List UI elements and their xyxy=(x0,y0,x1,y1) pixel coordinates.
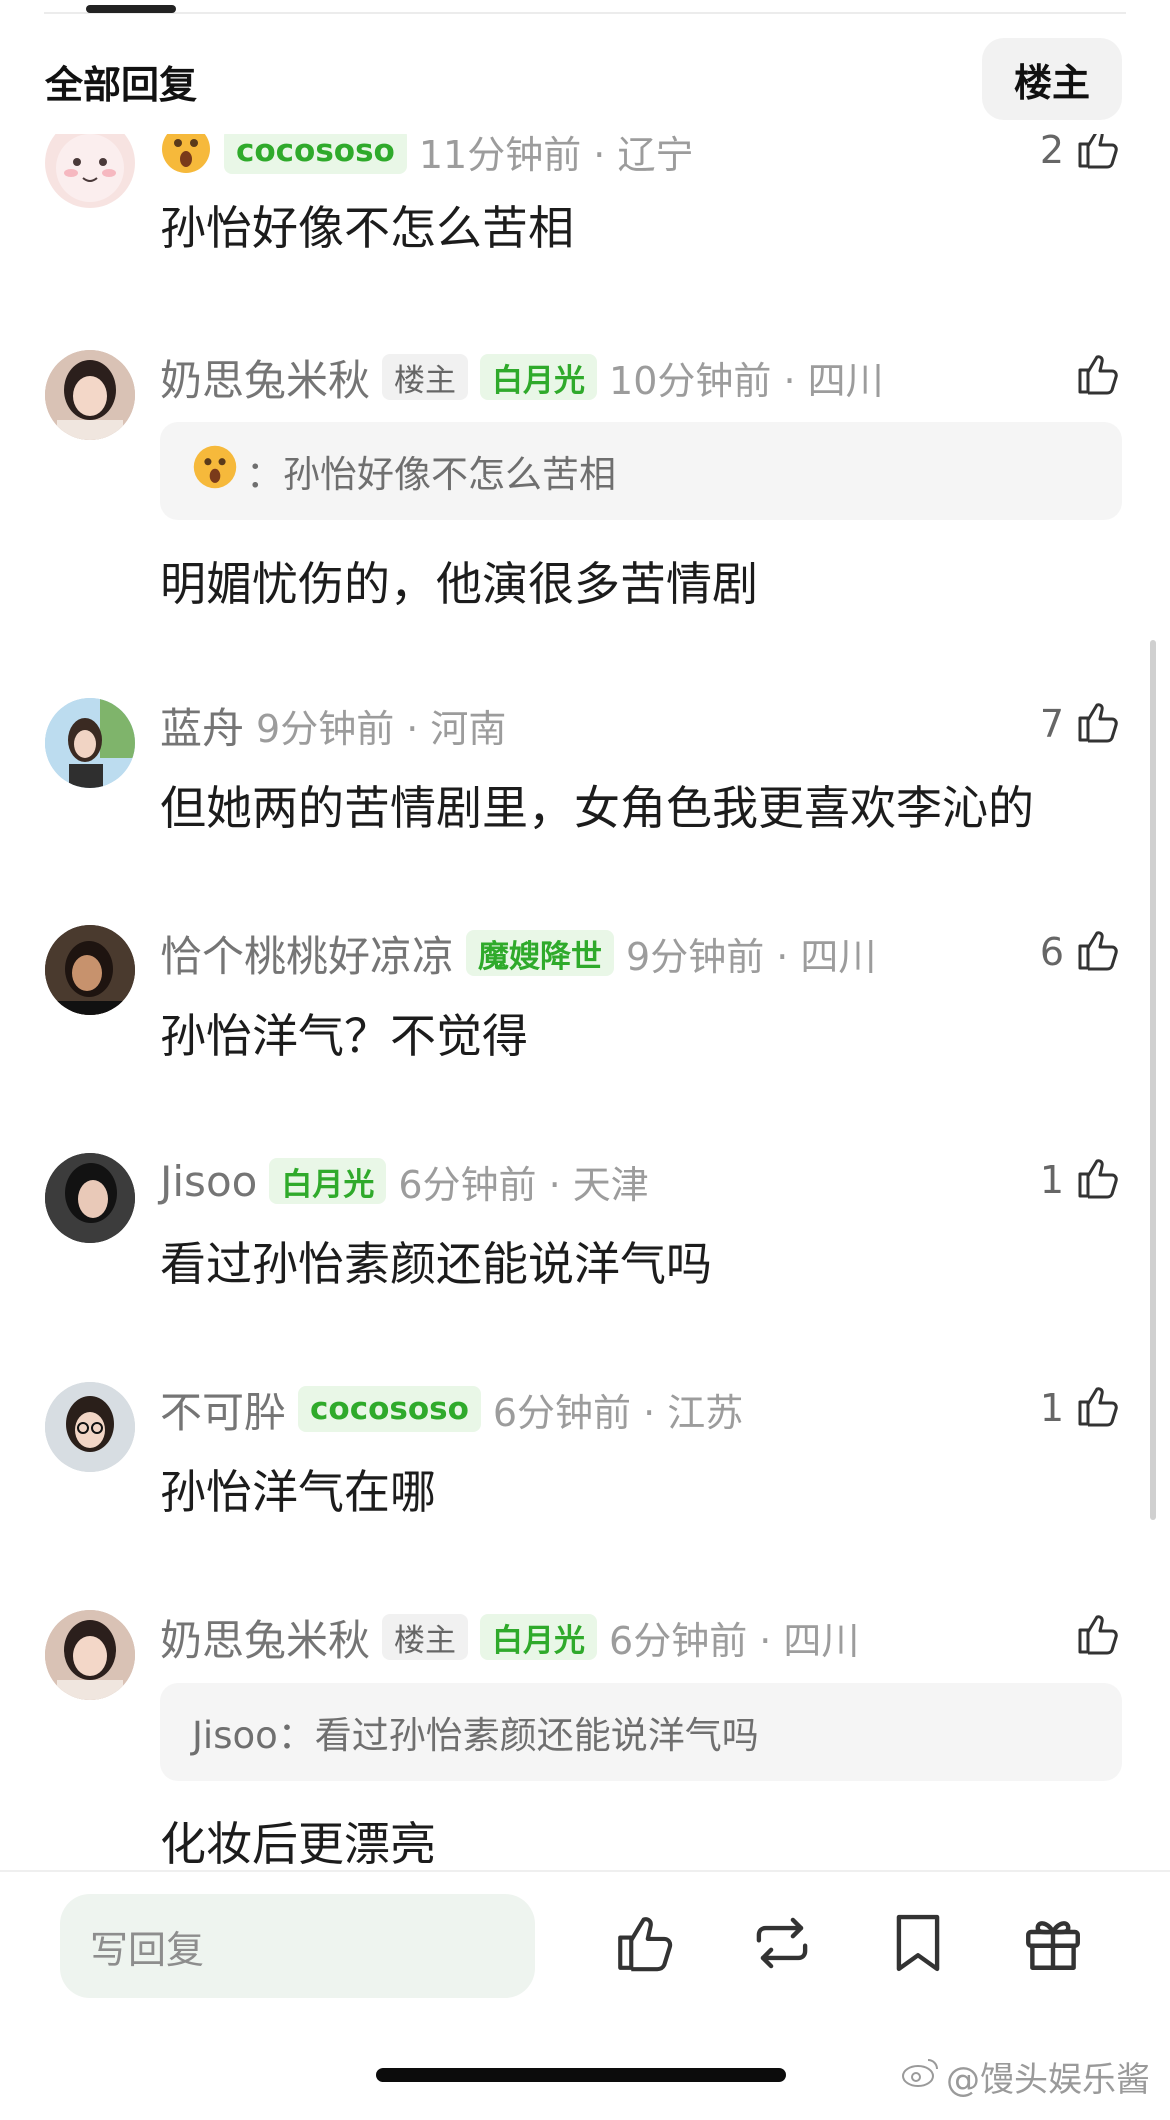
comment-meta: 蓝舟 9分钟前 · 河南 xyxy=(160,700,507,753)
comment-text: 但她两的苦情剧里，女角色我更喜欢李沁的 xyxy=(160,781,1034,835)
comment-time-location: 9分钟前 · 河南 xyxy=(256,706,507,751)
like-count: 1 xyxy=(1039,1158,1064,1202)
avatar[interactable] xyxy=(45,1153,135,1243)
like-count: 7 xyxy=(1039,702,1064,746)
quoted-reply[interactable]: ：孙怡好像不怎么苦相 xyxy=(160,422,1122,520)
like-count: 1 xyxy=(1039,1386,1064,1430)
comment-time-location: 6分钟前 · 天津 xyxy=(398,1162,649,1207)
avatar[interactable] xyxy=(45,698,135,788)
bottom-action-bar: 写回复 @馒头娱乐酱 xyxy=(0,1870,1170,2120)
thumb-up-icon xyxy=(1074,1610,1122,1662)
username[interactable]: 奶思兔米秋 xyxy=(160,1607,370,1668)
comment-meta: 奶思兔米秋 楼主 白月光 6分钟前 · 四川 xyxy=(160,1612,860,1665)
avatar[interactable] xyxy=(45,350,135,440)
comment-list[interactable]: cocososo 11分钟前 · 辽宁 2 孙怡好像不怎么苦相 奶思兔米秋 楼主… xyxy=(0,0,1170,1870)
user-badge: 白月光 xyxy=(480,354,598,400)
thumb-up-icon xyxy=(612,1917,678,1980)
comment-text: 孙怡好像不怎么苦相 xyxy=(160,201,574,255)
like-button[interactable]: 1 xyxy=(1040,1152,1122,1208)
owner-only-button[interactable]: 楼主 xyxy=(982,38,1122,120)
username[interactable]: Jisoo xyxy=(160,1157,257,1206)
user-badge: 魔嫂降世 xyxy=(466,930,615,976)
like-count: 6 xyxy=(1039,930,1064,974)
comment-meta: 恰个桃桃好凉凉 魔嫂降世 9分钟前 · 四川 xyxy=(160,928,877,981)
comment-text: 化妆后更漂亮 xyxy=(160,1817,436,1870)
username[interactable]: 奶思兔米秋 xyxy=(160,347,370,408)
username[interactable]: 恰个桃桃好凉凉 xyxy=(160,923,454,984)
repost-button[interactable] xyxy=(748,1910,818,1980)
repost-icon xyxy=(748,1917,816,1980)
like-button[interactable] xyxy=(1074,348,1122,404)
comment-time-location: 6分钟前 · 四川 xyxy=(609,1618,860,1663)
quoted-text: ：孙怡好像不怎么苦相 xyxy=(246,453,616,496)
thumb-up-icon xyxy=(1074,1382,1122,1434)
user-badge: cocososo xyxy=(224,128,407,174)
reply-input[interactable]: 写回复 xyxy=(60,1894,535,1998)
gift-button[interactable] xyxy=(1020,1910,1090,1980)
scrollbar[interactable] xyxy=(1150,640,1156,1520)
avatar[interactable] xyxy=(45,1382,135,1472)
thumb-up-icon xyxy=(1074,1154,1122,1206)
surprised-emoji-icon xyxy=(192,444,238,499)
comment-meta: Jisoo 白月光 6分钟前 · 天津 xyxy=(160,1156,649,1207)
like-button[interactable]: 6 xyxy=(1040,924,1122,980)
comment-time-location: 10分钟前 · 四川 xyxy=(609,358,884,403)
comment-time-location: 6分钟前 · 江苏 xyxy=(492,1390,744,1435)
user-badge: 白月光 xyxy=(269,1158,387,1204)
comment-meta: 奶思兔米秋 楼主 白月光 10分钟前 · 四川 xyxy=(160,352,884,405)
weibo-logo-icon xyxy=(900,2056,940,2097)
gift-icon xyxy=(1020,1921,1086,1980)
comment-text: 孙怡洋气？不觉得 xyxy=(160,1009,528,1063)
like-post-button[interactable] xyxy=(612,1910,682,1980)
quoted-text: Jisoo：看过孙怡素颜还能说洋气吗 xyxy=(192,1714,759,1757)
quoted-reply[interactable]: Jisoo：看过孙怡素颜还能说洋气吗 xyxy=(160,1683,1122,1781)
like-button[interactable]: 7 xyxy=(1040,696,1122,752)
like-count: 2 xyxy=(1039,128,1064,172)
home-indicator xyxy=(376,2068,786,2082)
bookmark-icon xyxy=(888,1914,948,1980)
thumb-up-icon xyxy=(1074,926,1122,978)
owner-badge: 楼主 xyxy=(382,1614,469,1660)
comment-text: 明媚忧伤的，他演很多苦情剧 xyxy=(160,557,758,611)
thumb-up-icon xyxy=(1074,698,1122,750)
comment-text: 看过孙怡素颜还能说洋气吗 xyxy=(160,1237,712,1291)
avatar[interactable] xyxy=(45,1610,135,1700)
avatar[interactable] xyxy=(45,925,135,1015)
replies-header: 全部回复 楼主 xyxy=(0,26,1170,134)
username[interactable]: 不可肸 xyxy=(160,1379,286,1440)
comment-meta: 不可肸 cocososo 6分钟前 · 江苏 xyxy=(160,1384,744,1437)
page-title: 全部回复 xyxy=(45,63,198,107)
comment-text: 孙怡洋气在哪 xyxy=(160,1465,436,1519)
watermark: @馒头娱乐酱 xyxy=(900,2052,1150,2101)
like-button[interactable]: 1 xyxy=(1040,1380,1122,1436)
username[interactable]: 蓝舟 xyxy=(160,695,244,756)
bookmark-button[interactable] xyxy=(888,1910,958,1980)
watermark-text: @馒头娱乐酱 xyxy=(946,2060,1150,2100)
user-badge: cocososo xyxy=(298,1386,481,1432)
like-button[interactable] xyxy=(1074,1608,1122,1664)
user-badge: 白月光 xyxy=(480,1614,598,1660)
thumb-up-icon xyxy=(1074,350,1122,402)
comment-time-location: 9分钟前 · 四川 xyxy=(626,934,877,979)
owner-badge: 楼主 xyxy=(382,354,469,400)
